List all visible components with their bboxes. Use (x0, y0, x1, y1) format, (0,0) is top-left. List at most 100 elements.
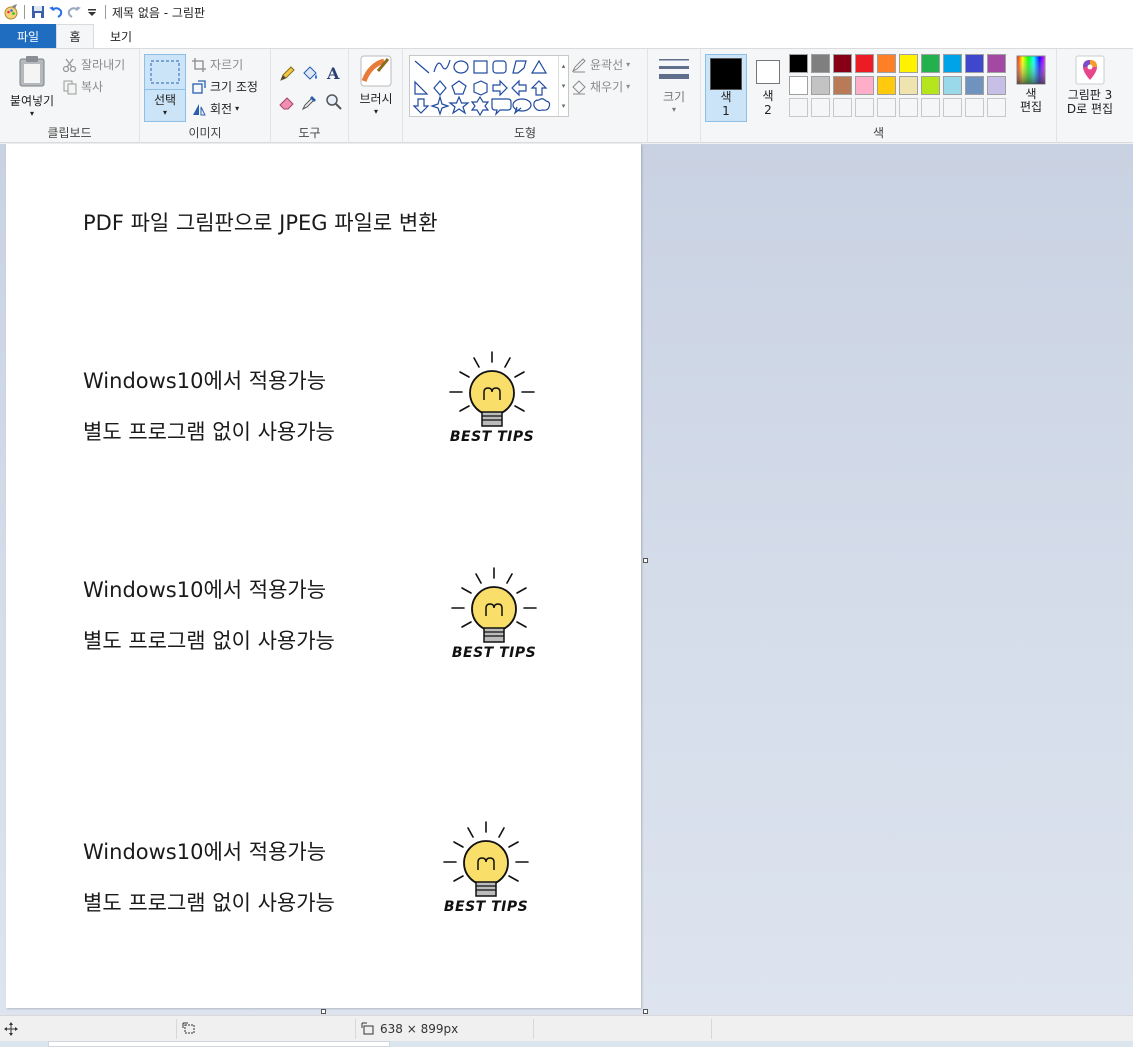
rounded-rectangle-shape-icon[interactable] (492, 60, 507, 74)
oval-shape-icon[interactable] (453, 60, 469, 74)
color-swatch[interactable] (877, 76, 896, 95)
shapes-gallery: ▴ ▾ ▾ (409, 55, 569, 117)
fill-bucket-icon[interactable] (301, 65, 319, 83)
color-swatch[interactable] (789, 76, 808, 95)
chevron-down-icon: ▾ (626, 60, 631, 69)
six-point-star-shape-icon[interactable] (470, 95, 490, 116)
select-button[interactable]: 선택 ▾ (144, 54, 186, 122)
color-swatch[interactable] (943, 54, 962, 73)
color2-button[interactable]: 색 2 (751, 54, 785, 122)
oval-callout-shape-icon[interactable] (512, 98, 532, 115)
triangle-shape-icon[interactable] (530, 59, 548, 74)
color-swatch[interactable] (899, 54, 918, 73)
five-point-star-shape-icon[interactable] (448, 95, 470, 115)
custom-color-slot[interactable] (789, 98, 808, 117)
size-button[interactable]: 크기 ▾ (654, 57, 694, 114)
color-swatch[interactable] (965, 76, 984, 95)
redo-icon[interactable] (65, 3, 83, 21)
pentagon-shape-icon[interactable] (451, 80, 467, 95)
canvas-size: 638 × 899px (361, 1016, 458, 1042)
brushes-button[interactable]: 브러시 ▾ (355, 55, 397, 116)
canvas-area[interactable]: PDF 파일 그림판으로 JPEG 파일로 변환 Windows10에서 적용가… (0, 144, 1133, 1015)
custom-color-slot[interactable] (943, 98, 962, 117)
undo-icon[interactable] (47, 3, 65, 21)
rectangle-shape-icon[interactable] (473, 60, 488, 74)
separator (176, 1019, 177, 1039)
resize-handle-corner[interactable] (643, 1009, 648, 1014)
color-swatch[interactable] (965, 54, 984, 73)
cut-button[interactable]: 잘라내기 (62, 56, 125, 73)
custom-color-slot[interactable] (833, 98, 852, 117)
color-swatch[interactable] (877, 54, 896, 73)
save-icon[interactable] (29, 3, 47, 21)
edit-with-paint3d-button[interactable]: 그림판 3 D로 편집 (1061, 55, 1119, 116)
custom-color-slot[interactable] (965, 98, 984, 117)
color-swatch[interactable] (921, 76, 940, 95)
resize-handle-right[interactable] (643, 558, 648, 563)
color-swatch[interactable] (811, 54, 830, 73)
color1-button[interactable]: 색 1 (705, 54, 747, 122)
custom-color-slot[interactable] (811, 98, 830, 117)
color1-label: 색 (720, 90, 732, 104)
selection-size (182, 1016, 196, 1042)
rotate-button[interactable]: 회전 ▾ (191, 100, 239, 117)
hexagon-shape-icon[interactable] (473, 80, 488, 96)
color-picker-icon[interactable] (301, 93, 319, 111)
magnifier-icon[interactable] (325, 93, 343, 111)
custom-color-slot[interactable] (855, 98, 874, 117)
copy-button[interactable]: 복사 (62, 78, 103, 95)
curve-shape-icon[interactable] (433, 59, 451, 73)
down-arrow-shape-icon[interactable] (412, 98, 430, 114)
fill-button[interactable]: 채우기 ▾ (571, 78, 630, 95)
text-icon[interactable]: A (325, 64, 343, 82)
resize-button[interactable]: 크기 조정 (191, 78, 258, 95)
tab-home[interactable]: 홈 (56, 24, 94, 48)
color-swatch[interactable] (987, 54, 1006, 73)
line-shape-icon[interactable] (414, 60, 430, 74)
select-rectangle-icon (150, 60, 180, 84)
paint-app-icon[interactable] (2, 3, 20, 21)
color-swatch[interactable] (855, 76, 874, 95)
color-swatch[interactable] (811, 76, 830, 95)
custom-color-slot[interactable] (987, 98, 1006, 117)
up-arrow-shape-icon[interactable] (530, 80, 548, 96)
customize-quick-access-icon[interactable] (83, 3, 101, 21)
tab-view[interactable]: 보기 (94, 24, 148, 48)
color-swatch[interactable] (943, 76, 962, 95)
right-triangle-shape-icon[interactable] (414, 80, 429, 95)
custom-color-slot[interactable] (877, 98, 896, 117)
color-swatch[interactable] (899, 76, 918, 95)
custom-color-slot[interactable] (899, 98, 918, 117)
color-swatch[interactable] (987, 76, 1006, 95)
separator (711, 1019, 712, 1039)
color-swatch[interactable] (855, 54, 874, 73)
rounded-callout-shape-icon[interactable] (491, 98, 512, 116)
chevron-down-icon: ▾ (162, 108, 167, 117)
color-swatch[interactable] (789, 54, 808, 73)
outline-button[interactable]: 윤곽선 ▾ (571, 56, 630, 73)
pencil-icon[interactable] (278, 65, 296, 83)
resize-handle-bottom[interactable] (321, 1009, 326, 1014)
color-swatch[interactable] (833, 54, 852, 73)
paste-button[interactable]: 붙여넣기 ▾ (6, 55, 58, 119)
polygon-shape-icon[interactable] (512, 60, 527, 74)
left-arrow-shape-icon[interactable] (511, 79, 527, 97)
paint3d-group: 그림판 3 D로 편집 (1057, 49, 1123, 143)
four-point-star-shape-icon[interactable] (430, 94, 450, 116)
color-swatch[interactable] (921, 54, 940, 73)
crop-icon (192, 57, 206, 72)
paste-label: 붙여넣기 (9, 94, 55, 108)
diamond-shape-icon[interactable] (433, 80, 447, 96)
custom-color-slot[interactable] (921, 98, 940, 117)
right-arrow-shape-icon[interactable] (492, 79, 508, 97)
color-swatch[interactable] (833, 76, 852, 95)
gallery-scrollbar[interactable]: ▴ ▾ ▾ (558, 56, 568, 116)
drawing-canvas[interactable]: PDF 파일 그림판으로 JPEG 파일로 변환 Windows10에서 적용가… (6, 144, 641, 1008)
paint3d-label: 그림판 3 (1067, 88, 1113, 102)
edit-colors-button[interactable]: 색 편집 (1011, 55, 1051, 114)
tab-file[interactable]: 파일 (0, 24, 56, 48)
eraser-icon[interactable] (278, 93, 296, 111)
block1-line1: Windows10에서 적용가능 (83, 369, 327, 393)
crop-button[interactable]: 자르기 (191, 56, 243, 73)
cloud-callout-shape-icon[interactable] (533, 98, 551, 112)
